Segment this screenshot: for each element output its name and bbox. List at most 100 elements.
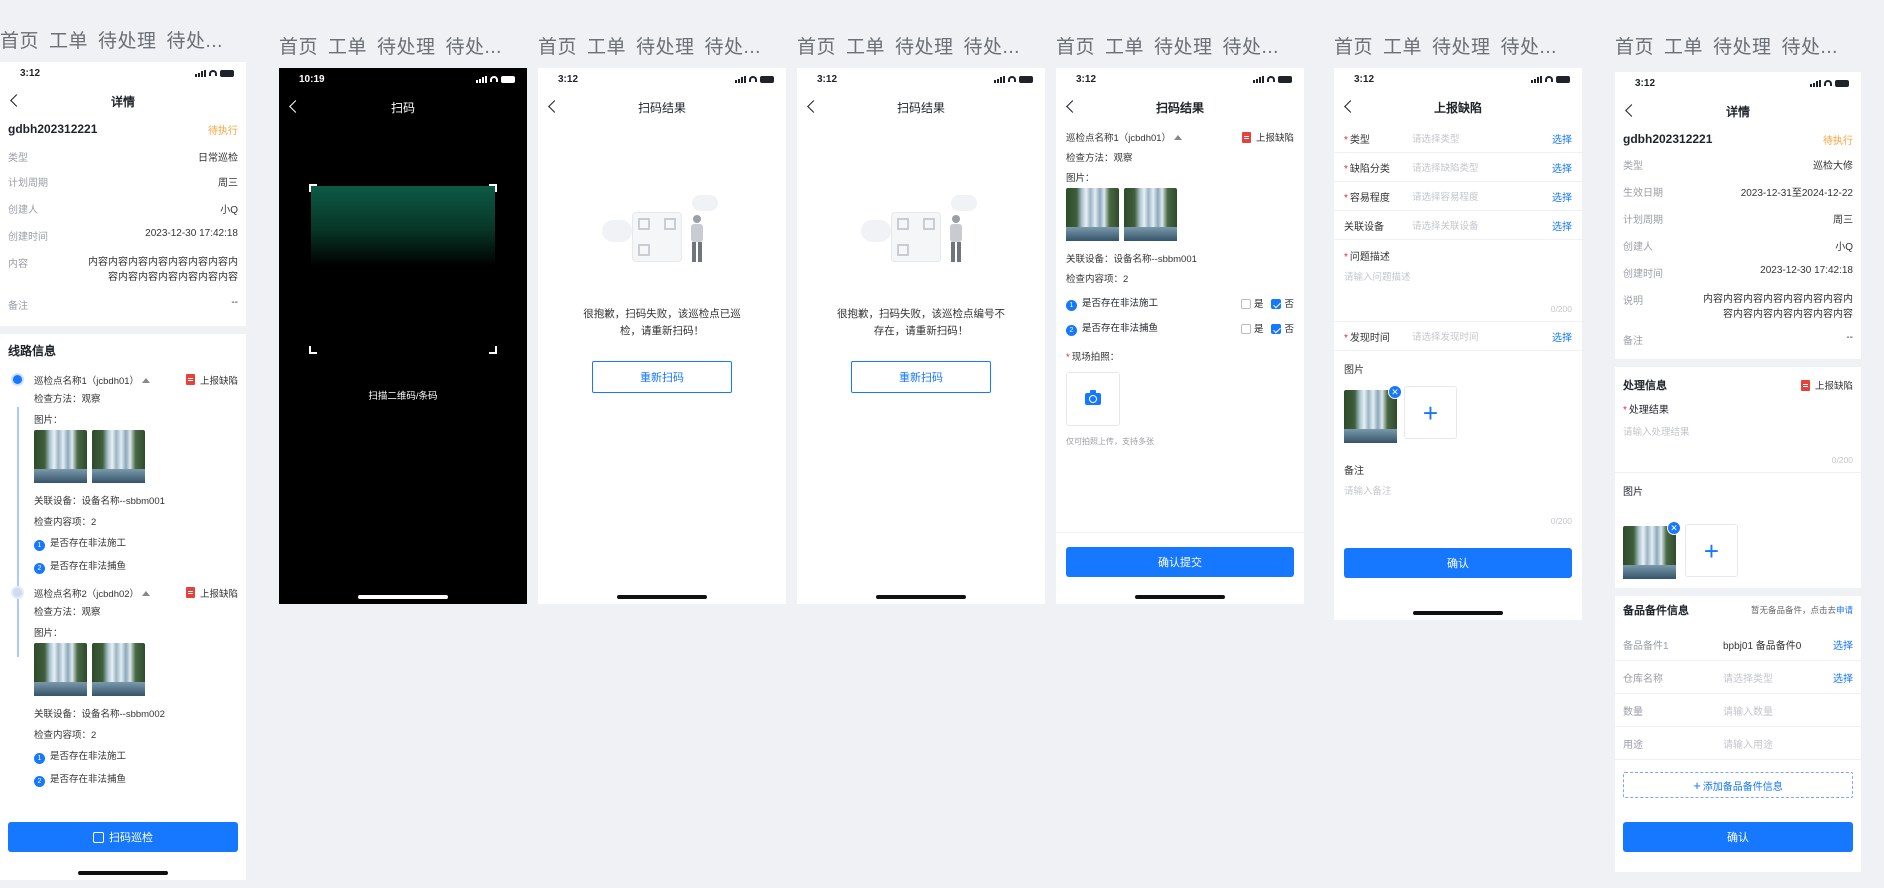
number-badge: 2 [34, 563, 45, 574]
signal-icon [994, 75, 1005, 83]
battery-icon [501, 75, 515, 83]
report-defect-button[interactable]: 上报缺陷 [1800, 378, 1853, 392]
field-row: 创建时间 2023-12-30 17:42:18 [1623, 265, 1853, 280]
field-label: 类型 [8, 153, 28, 164]
pic-label: 图片 [1623, 487, 1643, 498]
checkpoint-dot [11, 586, 24, 599]
pic-label: 图片 [1344, 365, 1364, 376]
report-defect-button[interactable]: 上报缺陷 [185, 586, 238, 600]
field-row: 内容 内容内容内容内容内容内容内容内容内容内容内容内容内容内容 [0, 255, 246, 285]
board-tab: 工单 [846, 37, 886, 58]
waterfall-image[interactable] [92, 430, 145, 483]
spare-part-select[interactable]: 备品备件1 bpbj01 备品备件0 选择 [1615, 628, 1861, 661]
page-title: 详情 [1725, 104, 1750, 119]
type-select[interactable]: * 类型 请选择类型 选择 [1334, 124, 1582, 153]
no-checkbox[interactable]: 否 [1271, 321, 1294, 335]
collapse-arrow-icon[interactable] [142, 377, 151, 383]
add-spare-button[interactable]: + 添加备品备件信息 [1623, 772, 1853, 798]
battery-icon [760, 75, 774, 83]
problem-description-field[interactable]: * 问题描述 请输入问题描述 0/200 [1334, 240, 1582, 322]
remove-image-icon[interactable]: ✕ [1388, 385, 1402, 399]
pics-label: 图片： [34, 415, 63, 426]
board-tab: 工单 [328, 37, 368, 58]
status-bar: 3:12 [0, 62, 246, 84]
confirm-button[interactable]: 确认 [1344, 548, 1572, 578]
collapse-arrow-icon[interactable] [142, 590, 151, 596]
rescan-button[interactable]: 重新扫码 [851, 361, 991, 393]
order-code: gdbh202312221 [8, 122, 98, 136]
section-title-route: 线路信息 [8, 344, 57, 358]
confirm-submit-button[interactable]: 确认提交 [1066, 547, 1294, 577]
board-tabs-1: 首页 工单 待处理 待处... [0, 26, 233, 53]
uploaded-image[interactable]: ✕ [1344, 385, 1402, 443]
checkpoint-detail: 巡检点名称1（jcbdh01） 上报缺陷 检查方法：观察 图片： 关联设备：设备名… [1056, 124, 1304, 285]
waterfall-image[interactable] [34, 643, 87, 696]
checkpoint-name[interactable]: 巡检点名称1（jcbdh01） [34, 373, 151, 387]
battery-icon [1278, 75, 1292, 83]
waterfall-image[interactable] [92, 643, 145, 696]
back-arrow-icon[interactable] [548, 100, 561, 113]
photo-hint: 仅可拍照上传，支持多张 [1066, 437, 1154, 446]
add-image-button[interactable]: + [1685, 524, 1738, 577]
wifi-icon [1008, 76, 1016, 82]
plus-icon: + [1703, 535, 1720, 566]
quantity-input[interactable]: 数量 请输入数量 [1615, 694, 1861, 727]
check-count: 检查内容项：2 [34, 730, 97, 741]
defect-category-select[interactable]: * 缺陷分类 请选择缺陷类型 选择 [1334, 153, 1582, 182]
field-row: 生效日期 2023-12-31至2024-12-22 [1623, 188, 1853, 199]
yes-checkbox[interactable]: 是 [1240, 321, 1263, 335]
waterfall-image[interactable] [1124, 188, 1177, 241]
linked-device-select[interactable]: 关联设备 请选择关联设备 选择 [1334, 211, 1582, 240]
add-image-button[interactable]: + [1404, 386, 1457, 439]
back-arrow-icon[interactable] [1066, 100, 1079, 113]
back-arrow-icon[interactable] [1625, 104, 1638, 117]
page-title: 扫码结果 [896, 100, 945, 115]
no-checkbox[interactable]: 否 [1271, 296, 1294, 310]
status-icons [735, 75, 774, 83]
back-arrow-icon[interactable] [10, 94, 23, 107]
rescan-button[interactable]: 重新扫码 [592, 361, 732, 393]
home-indicator [358, 595, 448, 599]
process-result-field[interactable]: * 处理结果 请输入处理结果 0/200 [1615, 401, 1861, 473]
purpose-input[interactable]: 用途 请输入用途 [1615, 727, 1861, 760]
warehouse-select[interactable]: 仓库名称 请选择类型 选择 [1615, 661, 1861, 694]
board-tab: 待处... [1500, 37, 1557, 58]
check-method: 检查方法：观察 [34, 607, 101, 618]
confirm-button[interactable]: 确认 [1623, 822, 1853, 852]
board-tab: 首页 [279, 37, 319, 58]
home-indicator [1135, 595, 1225, 599]
waterfall-image[interactable] [1066, 188, 1119, 241]
spare-header: 备品备件信息 暂无备品备件，点击去申请 [1615, 602, 1861, 618]
nav-bar: 扫码结果 [797, 90, 1045, 124]
checkpoint-name[interactable]: 巡检点名称2（jcbdh02） [34, 586, 151, 600]
section-title-process: 处理信息 [1623, 380, 1667, 392]
collapse-arrow-icon[interactable] [1174, 135, 1183, 140]
remark-field[interactable]: 备注 请输入备注 0/200 [1334, 462, 1582, 552]
wifi-icon [1267, 76, 1275, 82]
screen-scan-result: 3:12 扫码结果 巡检点名称1（jcbdh01） 上报缺陷 检查方法：观察 图片… [1056, 68, 1304, 604]
signal-icon [1253, 75, 1264, 83]
remove-image-icon[interactable]: ✕ [1667, 521, 1681, 535]
back-arrow-icon[interactable] [1344, 100, 1357, 113]
checkpoint-name[interactable]: 巡检点名称1（jcbdh01） [1066, 130, 1183, 144]
report-defect-button[interactable]: 上报缺陷 [185, 373, 238, 387]
home-indicator [617, 595, 707, 599]
back-arrow-icon[interactable] [289, 100, 302, 113]
back-arrow-icon[interactable] [807, 100, 820, 113]
board-tab: 待处理 [636, 37, 695, 58]
camera-upload[interactable] [1066, 372, 1120, 426]
ease-level-select[interactable]: * 容易程度 请选择容易程度 选择 [1334, 182, 1582, 211]
report-defect-button[interactable]: 上报缺陷 [1241, 130, 1294, 144]
image-list [34, 430, 238, 483]
uploaded-image[interactable]: ✕ [1623, 521, 1681, 579]
check-item-row: 2 是否存在非法捕鱼是否 [1056, 320, 1304, 336]
field-row: 类型 日常巡检 [0, 149, 246, 164]
yes-checkbox[interactable]: 是 [1240, 296, 1263, 310]
checkpoint-2: 巡检点名称2（jcbdh02） 上报缺陷 检查方法：观察 图片： 关联设备：设备名… [0, 586, 246, 787]
apply-link[interactable]: 申请 [1836, 605, 1853, 615]
scan-patrol-button[interactable]: 扫码巡检 [8, 822, 238, 852]
found-time-select[interactable]: * 发现时间 请选择发现时间 选择 [1334, 322, 1582, 351]
waterfall-image[interactable] [34, 430, 87, 483]
check-item: 1 是否存在非法施工 [34, 748, 238, 764]
battery-icon [1556, 75, 1570, 83]
